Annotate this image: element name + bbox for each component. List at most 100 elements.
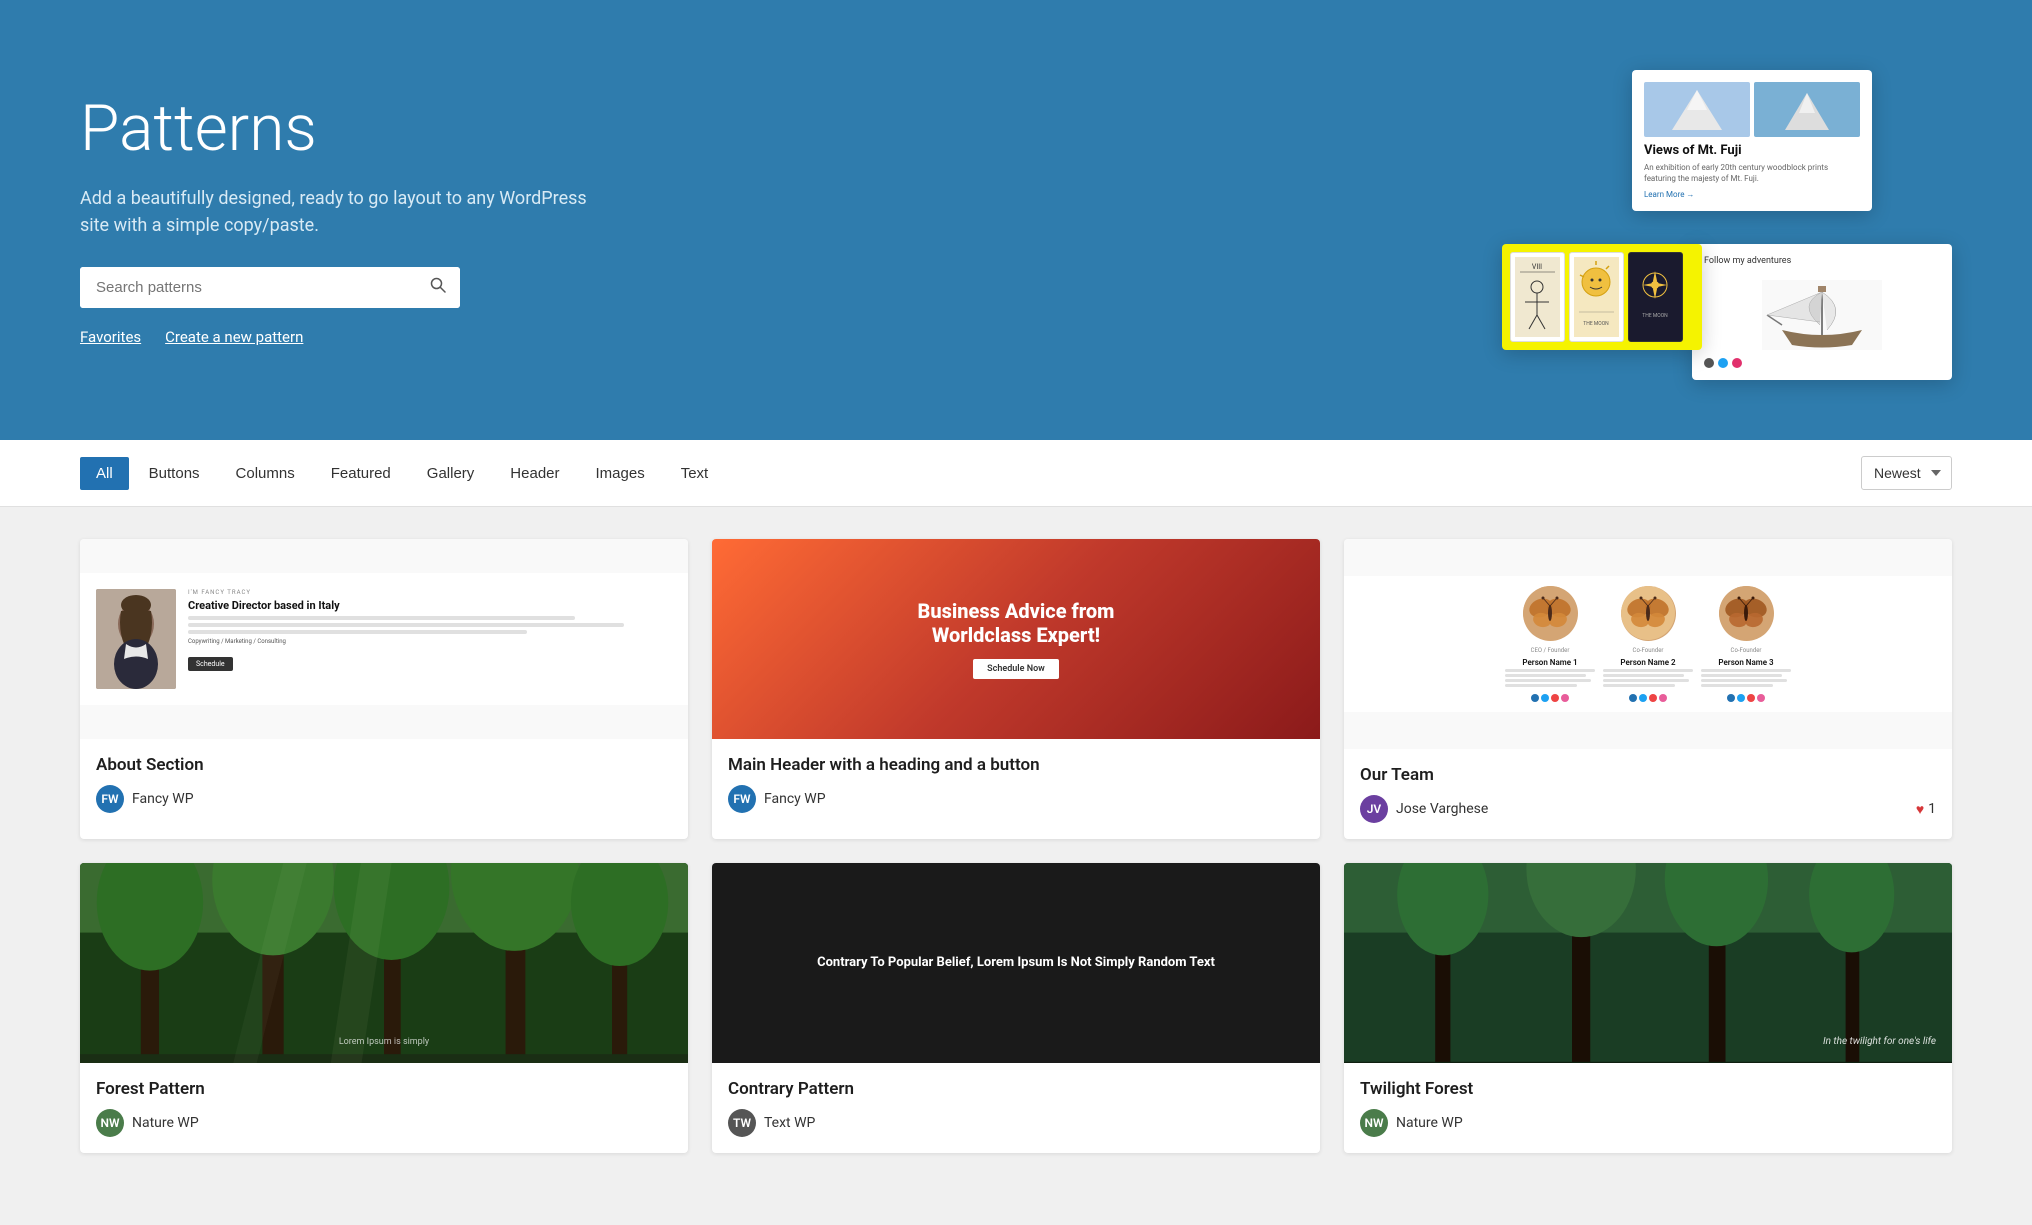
pattern-card-about[interactable]: I'M FANCY TRACY Creative Director based … <box>80 539 688 839</box>
search-icon <box>430 277 446 293</box>
hero-links: Favorites Create a new pattern <box>80 328 600 346</box>
butterfly-1 <box>1523 586 1578 641</box>
about-btn: Schedule <box>188 657 233 671</box>
filter-tab-images[interactable]: Images <box>580 457 661 490</box>
twilight-svg <box>1344 863 1952 1063</box>
like-count-team: ♥ 1 <box>1916 801 1936 818</box>
about-portrait <box>96 589 176 689</box>
author-avatar-about: FW <box>96 785 124 813</box>
pattern-author-contrary: TW Text WP <box>728 1109 1304 1137</box>
favorites-link[interactable]: Favorites <box>80 328 141 346</box>
like-number: 1 <box>1928 801 1936 817</box>
butterfly-3 <box>1719 586 1774 641</box>
sort-select[interactable]: Newest Oldest Popular <box>1861 456 1952 490</box>
author-name-twilight: Nature WP <box>1396 1115 1463 1131</box>
boat-container <box>1704 272 1940 358</box>
create-pattern-link[interactable]: Create a new pattern <box>165 328 303 346</box>
pattern-title-team: Our Team <box>1360 765 1936 785</box>
team-preview: CEO / Founder Person Name 1 <box>1344 539 1952 749</box>
pattern-info-main-header: Main Header with a heading and a button … <box>712 739 1320 829</box>
tarot-img-1: VIII <box>1515 257 1560 337</box>
team-desc-1 <box>1505 669 1595 690</box>
butterfly-2 <box>1621 586 1676 641</box>
team-title-1: CEO / Founder <box>1531 647 1570 654</box>
author-avatar-forest: NW <box>96 1109 124 1137</box>
pattern-info-team: Our Team JV Jose Varghese ♥ 1 <box>1344 749 1952 839</box>
search-button[interactable] <box>416 267 460 308</box>
author-name-about: Fancy WP <box>132 791 194 807</box>
filter-tab-columns[interactable]: Columns <box>220 457 311 490</box>
pattern-card-forest[interactable]: Lorem Ipsum is simply Forest Pattern NW … <box>80 863 688 1153</box>
pattern-card-contrary[interactable]: Contrary To Popular Belief, Lorem Ipsum … <box>712 863 1320 1153</box>
team-social-3 <box>1727 694 1765 702</box>
hero-card-tarot: VIII <box>1502 244 1702 350</box>
main-header-preview: Business Advice fromWorldclass Expert! S… <box>712 539 1320 739</box>
team-avatar-3 <box>1719 586 1774 641</box>
author-name-team: Jose Varghese <box>1396 801 1488 817</box>
team-member-2: Co-Founder Person Name 2 <box>1603 586 1693 702</box>
tarot-img-3: THE MOON <box>1633 257 1678 337</box>
svg-text:VIII: VIII <box>1532 263 1542 271</box>
author-avatar-twilight: NW <box>1360 1109 1388 1137</box>
filter-tabs: All Buttons Columns Featured Gallery Hea… <box>80 457 724 490</box>
fuji-card-title: Views of Mt. Fuji <box>1644 143 1860 158</box>
mountain-img <box>1667 85 1727 135</box>
pattern-info-forest: Forest Pattern NW Nature WP <box>80 1063 688 1153</box>
hero-section: Patterns Add a beautifully designed, rea… <box>0 0 2032 440</box>
author-name-main-header: Fancy WP <box>764 791 826 807</box>
pattern-title-contrary: Contrary Pattern <box>728 1079 1304 1099</box>
pattern-card-twilight[interactable]: In the twilight for one's life Twilight … <box>1344 863 1952 1153</box>
tarot-img-2: THE MOON <box>1574 257 1619 337</box>
pattern-title-main-header: Main Header with a heading and a button <box>728 755 1304 775</box>
pattern-title-forest: Forest Pattern <box>96 1079 672 1099</box>
team-title-3: Co-Founder <box>1731 647 1762 654</box>
forest-text: Lorem Ipsum is simply <box>339 1037 429 1047</box>
team-name-3: Person Name 3 <box>1718 658 1773 667</box>
pattern-card-main-header[interactable]: Business Advice fromWorldclass Expert! S… <box>712 539 1320 839</box>
tarot-2: THE MOON <box>1569 252 1624 342</box>
hero-card-boat: Follow my adventures <box>1692 244 1952 380</box>
search-input[interactable] <box>80 267 416 308</box>
pattern-author-team: JV Jose Varghese ♥ 1 <box>1360 795 1936 823</box>
fuji-card-desc: An exhibition of early 20th century wood… <box>1644 162 1860 184</box>
team-member-3: Co-Founder Person Name 3 <box>1701 586 1791 702</box>
pattern-card-our-team[interactable]: CEO / Founder Person Name 1 <box>1344 539 1952 839</box>
tarot-3: THE MOON <box>1628 252 1683 342</box>
pattern-author-twilight: NW Nature WP <box>1360 1109 1936 1137</box>
heart-icon: ♥ <box>1916 801 1924 818</box>
social-icons <box>1704 358 1940 368</box>
about-name: Creative Director based in Italy <box>188 599 672 612</box>
author-name-contrary: Text WP <box>764 1115 815 1131</box>
team-desc-3 <box>1701 669 1791 690</box>
filter-tab-text[interactable]: Text <box>665 457 725 490</box>
team-social-2 <box>1629 694 1667 702</box>
author-avatar-main-header: FW <box>728 785 756 813</box>
follow-text: Follow my adventures <box>1704 256 1940 266</box>
pattern-grid: I'M FANCY TRACY Creative Director based … <box>80 539 1952 1153</box>
team-name-2: Person Name 2 <box>1620 658 1675 667</box>
about-preview: I'M FANCY TRACY Creative Director based … <box>80 539 688 739</box>
contrary-text: Contrary To Popular Belief, Lorem Ipsum … <box>817 954 1215 972</box>
forest-preview: Lorem Ipsum is simply <box>80 863 688 1063</box>
filter-tab-all[interactable]: All <box>80 457 129 490</box>
fuji-card-link: Learn More → <box>1644 190 1860 199</box>
pattern-info-contrary: Contrary Pattern TW Text WP <box>712 1063 1320 1153</box>
team-avatar-2 <box>1621 586 1676 641</box>
pattern-title-about: About Section <box>96 755 672 775</box>
team-title-2: Co-Founder <box>1633 647 1664 654</box>
filter-tab-header[interactable]: Header <box>494 457 575 490</box>
pattern-title-twilight: Twilight Forest <box>1360 1079 1936 1099</box>
tarot-1: VIII <box>1510 252 1565 342</box>
mh-title: Business Advice fromWorldclass Expert! <box>918 599 1115 647</box>
team-desc-2 <box>1603 669 1693 690</box>
about-desc-lines <box>188 616 672 634</box>
filter-tab-gallery[interactable]: Gallery <box>411 457 491 490</box>
hero-title: Patterns <box>80 94 600 164</box>
forest-svg <box>80 863 688 1063</box>
filter-tab-featured[interactable]: Featured <box>315 457 407 490</box>
pattern-info-twilight: Twilight Forest NW Nature WP <box>1344 1063 1952 1153</box>
team-name-1: Person Name 1 <box>1522 658 1577 667</box>
about-label: I'M FANCY TRACY <box>188 589 672 596</box>
team-avatar-1 <box>1523 586 1578 641</box>
filter-tab-buttons[interactable]: Buttons <box>133 457 216 490</box>
